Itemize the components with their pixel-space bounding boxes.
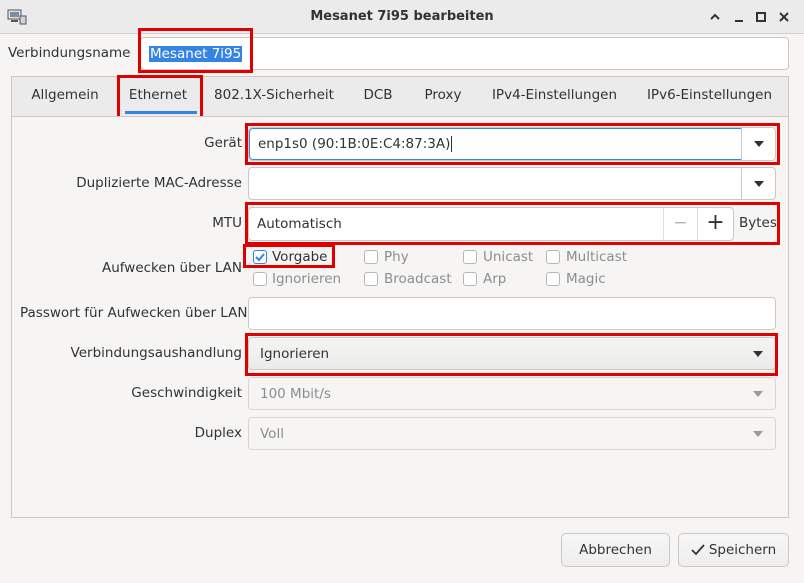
duplex-dropdown[interactable]: Voll (248, 417, 776, 450)
wake-on-lan-label: Aufwecken über LAN (101, 260, 242, 276)
speed-label: Geschwindigkeit (131, 385, 242, 401)
cloned-mac-combo[interactable] (248, 167, 776, 200)
wol-magic-checkbox[interactable] (546, 272, 560, 286)
window-title: Mesanet 7i95 bearbeiten (310, 9, 494, 24)
device-label: Gerät (204, 135, 242, 151)
speed-value: 100 Mbit/s (260, 385, 331, 402)
highlight-connection-name (138, 28, 253, 73)
wol-multicast-checkbox[interactable] (546, 250, 560, 264)
wol-ignorieren-checkbox[interactable] (253, 272, 267, 286)
tab-8021x-security[interactable]: 802.1X-Sicherheit (210, 76, 338, 116)
tab-ipv4[interactable]: IPv4-Einstellungen (484, 76, 625, 116)
tab-ipv6[interactable]: IPv6-Einstellungen (639, 76, 780, 116)
save-button[interactable]: Speichern (678, 533, 789, 567)
connection-name-label: Verbindungsname (8, 45, 131, 61)
speed-dropdown[interactable]: 100 Mbit/s (248, 377, 776, 410)
cancel-button[interactable]: Abbrechen (561, 533, 670, 567)
chevron-down-icon (753, 180, 764, 187)
mtu-label: MTU (212, 215, 242, 231)
wol-broadcast-checkbox[interactable] (364, 272, 378, 286)
highlight-ethernet-tab (117, 75, 203, 121)
wol-broadcast-label: Broadcast (384, 271, 452, 287)
highlight-device (245, 123, 780, 165)
tab-proxy[interactable]: Proxy (417, 76, 469, 116)
minimize-icon[interactable] (707, 9, 723, 25)
wol-arp-label: Arp (483, 271, 507, 287)
wol-magic-label: Magic (566, 271, 606, 287)
highlight-mtu (245, 202, 780, 245)
wol-phy-label: Phy (384, 249, 409, 265)
wol-password-label: Passwort für Aufwecken über LAN (20, 305, 248, 321)
close-icon[interactable] (776, 9, 792, 25)
wol-unicast-label: Unicast (483, 249, 534, 265)
chevron-down-icon (753, 431, 763, 437)
highlight-negotiation (245, 333, 778, 376)
wol-ignorieren-label: Ignorieren (272, 271, 342, 287)
checkmark-icon (691, 544, 705, 556)
wol-arp-checkbox[interactable] (463, 272, 477, 286)
tab-dcb[interactable]: DCB (352, 76, 404, 116)
highlight-wol-vorgabe (243, 244, 335, 268)
minimize-icon[interactable] (731, 9, 747, 25)
wol-multicast-label: Multicast (566, 249, 628, 265)
wol-phy-checkbox[interactable] (364, 250, 378, 264)
chevron-down-icon (753, 391, 763, 397)
tab-allgemein[interactable]: Allgemein (22, 76, 108, 116)
duplex-value: Voll (260, 425, 284, 442)
wol-password-input[interactable] (248, 297, 776, 330)
cloned-mac-label: Duplizierte MAC-Adresse (76, 175, 242, 191)
maximize-icon[interactable] (753, 9, 769, 25)
duplex-label: Duplex (194, 425, 242, 441)
cloned-mac-dropdown-button[interactable] (741, 168, 775, 199)
negotiation-label: Verbindungsaushandlung (70, 345, 242, 361)
save-button-label: Speichern (708, 542, 777, 558)
wol-unicast-checkbox[interactable] (463, 250, 477, 264)
